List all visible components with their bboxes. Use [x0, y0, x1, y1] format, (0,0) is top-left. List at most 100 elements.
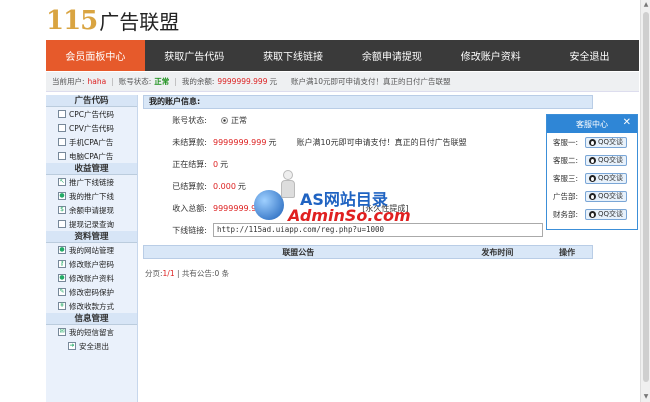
scroll-up-icon[interactable]: ▲: [642, 1, 650, 9]
unsettled-row: 未结算款: 9999999.999 元 账户满10元即可申请支付！真正的日付广告…: [143, 131, 593, 153]
cs-label: 客服一:: [553, 137, 579, 147]
mail-icon: ✉: [58, 328, 66, 336]
qq-chat-button[interactable]: QQ交谈: [585, 172, 628, 184]
customer-service-panel: 客服中心 ✕ 客服一: QQ交谈 客服二: QQ交谈 客服三: QQ交谈 广告部: QQ…: [546, 114, 638, 230]
status-value: 正常: [231, 115, 247, 125]
unit: 元: [268, 137, 277, 147]
settled-label: 已结算款:: [172, 181, 207, 191]
status-radio: 正常: [221, 115, 247, 126]
nav-withdraw[interactable]: 余额申请提现: [342, 40, 441, 71]
cs-row: 客服三: QQ交谈: [547, 169, 637, 187]
close-icon[interactable]: ✕: [623, 117, 631, 128]
exit-icon: ➜: [68, 342, 76, 350]
sidebar-item-change-password[interactable]: ⚷ 修改账户密码: [46, 257, 137, 271]
sidebar-item-label: 余额申请提现: [69, 205, 114, 215]
logo-number: 115: [46, 6, 98, 36]
sidebar-item-label: 我的网站管理: [69, 245, 114, 255]
settling-label: 正在结算:: [172, 159, 207, 169]
sidebar-item-label: CPC广告代码: [69, 109, 114, 119]
cs-header: 客服中心 ✕: [547, 115, 637, 133]
nav-edit-profile[interactable]: 修改账户资料: [441, 40, 540, 71]
qq-chat-button[interactable]: QQ交谈: [585, 154, 628, 166]
document-icon: [58, 124, 66, 132]
status-row: 账号状态: 正常: [143, 109, 593, 131]
pager-page[interactable]: 1/1: [163, 269, 175, 278]
link-label: 下线链接:: [172, 225, 207, 235]
sidebar-item-my-sites[interactable]: ● 我的网站管理: [46, 243, 137, 257]
sidebar-item-mobile-cpa[interactable]: 手机CPA广告: [46, 135, 137, 149]
qq-icon: [589, 174, 596, 182]
qq-chat-button[interactable]: QQ交谈: [585, 190, 628, 202]
col-op: 操作: [559, 247, 576, 257]
nav-logout[interactable]: 安全退出: [540, 40, 639, 71]
logo-text: 广告联盟: [99, 10, 180, 34]
cs-row: 财务部: QQ交谈: [547, 205, 637, 223]
sidebar-section-title: 收益管理: [46, 163, 137, 175]
scroll-down-icon[interactable]: ▼: [642, 393, 650, 401]
site-logo[interactable]: 115 广告联盟: [46, 6, 179, 36]
pager-suffix: 条: [221, 269, 230, 278]
qq-chat-button[interactable]: QQ交谈: [585, 136, 628, 148]
notice-table-header: 联盟公告 发布时间 操作: [143, 245, 593, 259]
sidebar-item-security-question[interactable]: ✎ 修改密码保护: [46, 285, 137, 299]
unsettled-value: 9999999.999: [213, 137, 267, 147]
sidebar-section-title: 资料管理: [46, 231, 137, 243]
sidebar-item-label: 提现记录查询: [69, 219, 114, 229]
qq-btn-label: QQ交谈: [598, 192, 624, 200]
watermark-line2: AdminSo.com: [288, 206, 411, 225]
sidebar-item-label: 修改收款方式: [69, 301, 114, 311]
col-title: 联盟公告: [282, 247, 315, 257]
cs-label: 财务部:: [553, 209, 579, 219]
cs-row: 客服一: QQ交谈: [547, 133, 637, 151]
sidebar-item-cpv-code[interactable]: CPV广告代码: [46, 121, 137, 135]
balance-value: 9999999.999: [217, 77, 268, 86]
qq-icon: [589, 156, 596, 164]
sidebar-item-cpc-code[interactable]: CPC广告代码: [46, 107, 137, 121]
settling-value: 0: [213, 159, 219, 169]
sidebar-item-referral-link[interactable]: ↖ 推广下线链接: [46, 175, 137, 189]
qq-btn-label: QQ交谈: [598, 174, 624, 182]
qq-icon: [589, 138, 596, 146]
cs-title: 客服中心: [576, 119, 608, 129]
sidebar-item-label: 我的短信留言: [69, 327, 114, 337]
sidebar-item-withdraw-history[interactable]: 提现记录查询: [46, 217, 137, 231]
sidebar-section-title: 广告代码: [46, 95, 137, 107]
person-icon: [278, 170, 298, 200]
unit: 元: [220, 159, 229, 169]
qq-btn-label: QQ交谈: [598, 156, 624, 164]
qq-btn-label: QQ交谈: [598, 210, 624, 218]
sidebar-item-label: CPV广告代码: [69, 123, 114, 133]
nav-member-center[interactable]: 会员面板中心: [46, 40, 145, 71]
settled-value: 0.000: [213, 181, 236, 191]
sidebar-item-withdraw[interactable]: $ 余额申请提现: [46, 203, 137, 217]
sidebar-item-messages[interactable]: ✉ 我的短信留言: [46, 325, 137, 339]
document-icon: [58, 138, 66, 146]
pager: 分页:1/1 | 共有公告:0 条: [145, 268, 229, 279]
sidebar-item-logout[interactable]: ➜ 安全退出: [46, 339, 137, 353]
radio-icon: [221, 116, 228, 124]
yen-icon: ¥: [58, 302, 66, 310]
nav-get-referral-link[interactable]: 获取下线链接: [244, 40, 343, 71]
sidebar-item-label: 电脑CPA广告: [69, 151, 114, 161]
vertical-scrollbar[interactable]: ▲ ▼: [640, 0, 650, 402]
sidebar-item-edit-profile[interactable]: ● 修改账户资料: [46, 271, 137, 285]
key-icon: ⚷: [58, 260, 66, 268]
sidebar-item-pc-cpa[interactable]: 电脑CPA广告: [46, 149, 137, 163]
dollar-icon: $: [58, 206, 66, 214]
sidebar-item-label: 我的推广下线: [69, 191, 114, 201]
cs-row: 客服二: QQ交谈: [547, 151, 637, 169]
balance-label: 我的余额:: [181, 77, 215, 86]
qq-chat-button[interactable]: QQ交谈: [585, 208, 628, 220]
nav-get-ad-code[interactable]: 获取广告代码: [145, 40, 244, 71]
scroll-thumb[interactable]: [643, 12, 649, 382]
income-label: 收入总额:: [172, 203, 207, 213]
user-info-bar: 当前用户: haha | 账号状态: 正常 | 我的余额: 9999999.99…: [46, 72, 639, 92]
status-label: 账号状态:: [118, 77, 152, 86]
sidebar-item-label: 安全退出: [79, 341, 109, 351]
sidebar-item-label: 修改密码保护: [69, 287, 114, 297]
col-time: 发布时间: [481, 247, 514, 257]
sidebar-item-payment-method[interactable]: ¥ 修改收款方式: [46, 299, 137, 313]
user-label: 当前用户:: [52, 77, 85, 86]
cs-label: 客服三:: [553, 173, 579, 183]
sidebar-item-my-referrals[interactable]: ● 我的推广下线: [46, 189, 137, 203]
